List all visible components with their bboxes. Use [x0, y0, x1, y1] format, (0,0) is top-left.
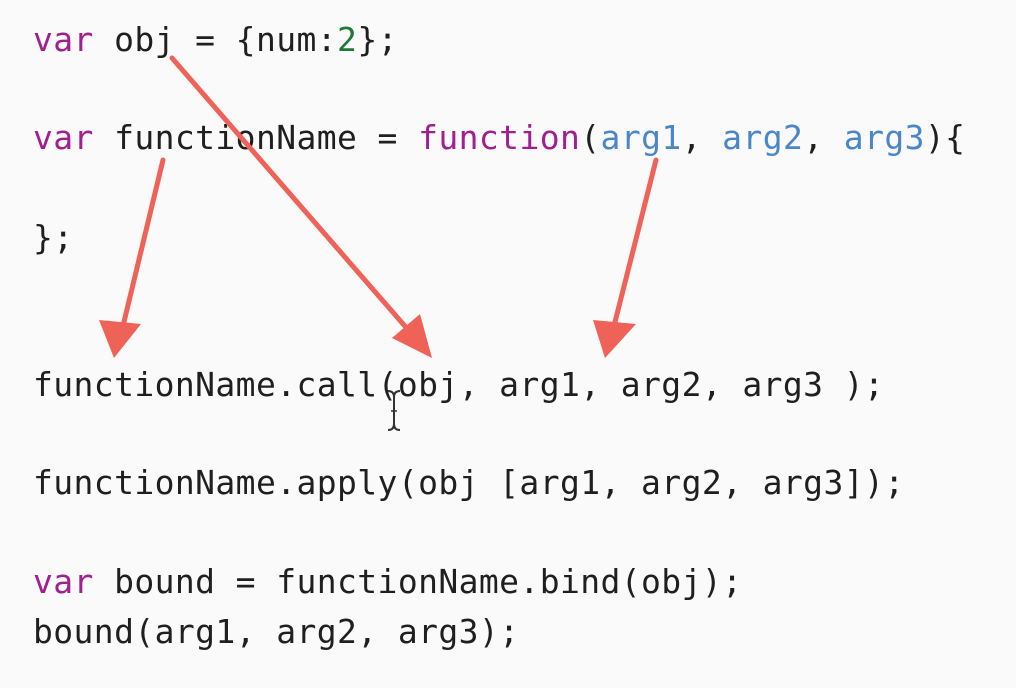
code-line-bound-call: bound(arg1, arg2, arg3);: [33, 612, 520, 651]
code-line-obj: var obj = {num:2};: [33, 20, 398, 60]
code-text: };: [357, 20, 398, 59]
code-text: functionName =: [93, 118, 419, 157]
keyword-var: var: [33, 562, 94, 601]
text-cursor-icon: [387, 390, 401, 431]
code-line-function-close: };: [33, 218, 74, 257]
code-line-function-declaration: var functionName = function(arg1, arg2, …: [33, 118, 965, 158]
code-text: ){: [924, 118, 966, 157]
number-literal: 2: [337, 20, 358, 59]
code-text: (: [580, 118, 601, 157]
keyword-var: var: [33, 20, 94, 59]
code-line-call: functionName.call(obj, arg1, arg2, arg3 …: [33, 365, 885, 404]
param-arg2: arg2: [722, 118, 804, 157]
code-line-apply: functionName.apply(obj [arg1, arg2, arg3…: [33, 463, 905, 502]
keyword-var: var: [33, 118, 94, 157]
code-line-bind: var bound = functionName.bind(obj);: [33, 562, 742, 602]
keyword-function: function: [418, 118, 581, 157]
param-arg3: arg3: [843, 118, 925, 157]
code-text: obj = {num:: [93, 20, 338, 59]
code-editor: var obj = {num:2}; var functionName = fu…: [0, 0, 1016, 688]
param-arg1: arg1: [600, 118, 682, 157]
code-text: ,: [681, 118, 723, 157]
code-text: ,: [803, 118, 844, 157]
code-text: bound = functionName.bind(obj);: [93, 562, 743, 601]
